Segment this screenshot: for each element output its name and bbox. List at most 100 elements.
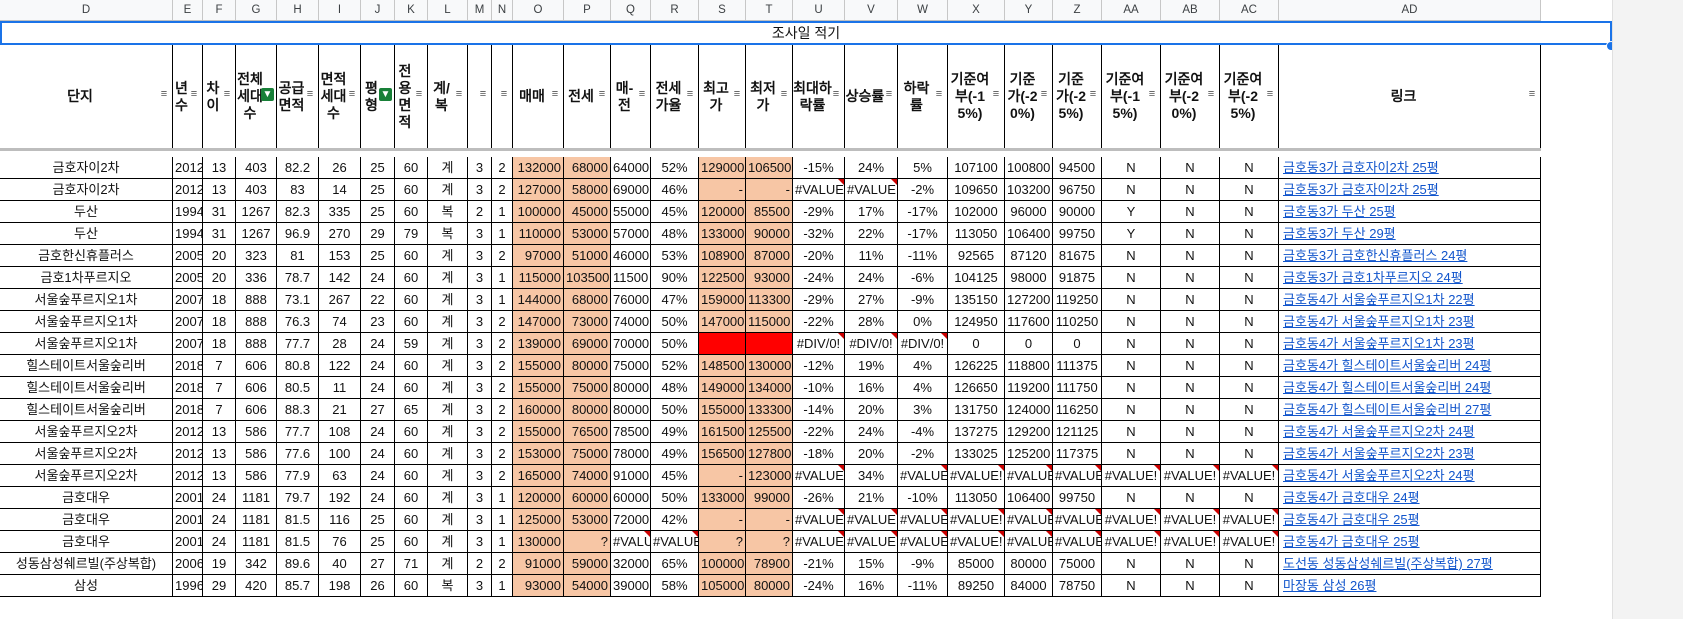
table-cell[interactable]: 130000	[746, 355, 793, 376]
table-cell[interactable]: 124950	[948, 311, 1005, 332]
table-cell[interactable]: N	[1102, 355, 1161, 376]
table-cell[interactable]: 60	[395, 267, 428, 288]
table-cell[interactable]: 59	[395, 333, 428, 354]
table-cell[interactable]: 3	[468, 421, 492, 442]
table-cell[interactable]: N	[1220, 399, 1279, 420]
table-cell[interactable]: 49%	[651, 421, 699, 442]
column-letter-g[interactable]: G	[236, 0, 277, 20]
table-cell[interactable]: 131750	[948, 399, 1005, 420]
table-cell[interactable]: 2	[492, 245, 513, 266]
table-cell[interactable]: 2001	[173, 509, 203, 530]
table-cell[interactable]: -	[699, 179, 746, 200]
table-cell[interactable]: #VALUE!	[1053, 509, 1102, 530]
column-letter-v[interactable]: V	[845, 0, 898, 20]
table-cell[interactable]: #DIV/0!	[845, 333, 898, 354]
table-cell[interactable]: 52%	[651, 157, 699, 178]
table-cell[interactable]: 금호대우	[0, 509, 173, 530]
table-cell[interactable]: 129200	[1005, 421, 1053, 442]
table-cell[interactable]: 91000	[611, 465, 651, 486]
table-cell[interactable]: -17%	[898, 223, 948, 244]
table-cell[interactable]: -21%	[793, 553, 845, 574]
link-cell[interactable]: 금호동4가 서울숲푸르지오2차 24평	[1279, 421, 1541, 442]
column-letter-q[interactable]: Q	[611, 0, 651, 20]
table-cell[interactable]: 60	[395, 465, 428, 486]
table-cell[interactable]: 75000	[611, 355, 651, 376]
table-cell[interactable]: 606	[236, 399, 277, 420]
table-cell[interactable]: 2	[492, 421, 513, 442]
table-cell[interactable]: 134000	[746, 377, 793, 398]
table-cell[interactable]: 75000	[564, 377, 611, 398]
table-cell[interactable]: 2	[492, 377, 513, 398]
link-cell[interactable]: 금호동4가 힐스테이트서울숲리버 24평	[1279, 355, 1541, 376]
table-cell[interactable]: 68000	[564, 289, 611, 310]
table-cell[interactable]: 1	[492, 531, 513, 552]
table-cell[interactable]: 78900	[746, 553, 793, 574]
table-cell[interactable]: N	[1161, 201, 1220, 222]
table-cell[interactable]: 116	[319, 509, 361, 530]
table-cell[interactable]: -	[699, 465, 746, 486]
table-cell[interactable]: 13	[203, 443, 236, 464]
column-letter-e[interactable]: E	[173, 0, 203, 20]
table-cell[interactable]: 586	[236, 421, 277, 442]
table-cell[interactable]: 48%	[651, 223, 699, 244]
table-cell[interactable]: 3	[468, 267, 492, 288]
table-cell[interactable]: N	[1102, 333, 1161, 354]
table-cell[interactable]: 127800	[746, 443, 793, 464]
table-cell[interactable]: 24	[361, 465, 395, 486]
table-cell[interactable]: 60	[395, 355, 428, 376]
table-cell[interactable]: N	[1220, 333, 1279, 354]
table-cell[interactable]: -9%	[898, 553, 948, 574]
table-cell[interactable]: 2007	[173, 333, 203, 354]
column-letter-m[interactable]: M	[468, 0, 492, 20]
table-cell[interactable]: -10%	[793, 377, 845, 398]
table-cell[interactable]: 2018	[173, 377, 203, 398]
table-cell[interactable]: 2012	[173, 465, 203, 486]
table-cell[interactable]: 13	[203, 157, 236, 178]
selected-merged-cell[interactable]: 조사일 적기	[0, 21, 1612, 45]
table-cell[interactable]: #VALUE!	[1053, 465, 1102, 486]
table-cell[interactable]: #DIV/0!	[898, 333, 948, 354]
table-cell[interactable]: 74	[319, 311, 361, 332]
table-cell[interactable]: -22%	[793, 421, 845, 442]
table-cell[interactable]: #VALUE!	[793, 509, 845, 530]
table-cell[interactable]: -24%	[793, 575, 845, 596]
table-cell[interactable]: 26	[361, 575, 395, 596]
table-cell[interactable]: 계	[428, 311, 468, 332]
table-cell[interactable]: N	[1102, 443, 1161, 464]
link-cell[interactable]: 금호동4가 금호대우 24평	[1279, 487, 1541, 508]
table-cell[interactable]: 139000	[513, 333, 564, 354]
link-cell[interactable]: 금호동3가 금호1차푸르지오 24평	[1279, 267, 1541, 288]
table-cell[interactable]: N	[1161, 487, 1220, 508]
table-cell[interactable]: 48%	[651, 377, 699, 398]
column-letter-d[interactable]: D	[0, 0, 173, 20]
table-cell[interactable]: 888	[236, 333, 277, 354]
table-cell[interactable]: 91000	[513, 553, 564, 574]
table-cell[interactable]: 힐스테이트서울숲리버	[0, 377, 173, 398]
table-cell[interactable]: -14%	[793, 399, 845, 420]
table-cell[interactable]: 159000	[699, 289, 746, 310]
table-cell[interactable]: 29	[361, 223, 395, 244]
table-cell[interactable]: 4%	[898, 355, 948, 376]
table-cell[interactable]: 55000	[611, 201, 651, 222]
table-cell[interactable]: 126225	[948, 355, 1005, 376]
table-cell[interactable]: 60000	[611, 487, 651, 508]
table-cell[interactable]: 108	[319, 421, 361, 442]
table-cell[interactable]: 74000	[564, 465, 611, 486]
table-cell[interactable]: 75000	[564, 443, 611, 464]
table-cell[interactable]: 1	[492, 509, 513, 530]
table-cell[interactable]: 2	[492, 311, 513, 332]
table-cell[interactable]: N	[1220, 201, 1279, 222]
table-cell[interactable]: #VALUE!	[1220, 509, 1279, 530]
table-cell[interactable]: 3	[468, 223, 492, 244]
table-cell[interactable]: 0	[1053, 333, 1102, 354]
column-letter-s[interactable]: S	[699, 0, 746, 20]
table-cell[interactable]: N	[1220, 179, 1279, 200]
table-cell[interactable]: 110000	[513, 223, 564, 244]
table-cell[interactable]: N	[1102, 399, 1161, 420]
table-cell[interactable]: 70000	[611, 333, 651, 354]
table-cell[interactable]: N	[1161, 421, 1220, 442]
table-cell[interactable]: 267	[319, 289, 361, 310]
table-cell[interactable]: 81	[277, 245, 319, 266]
link-cell[interactable]: 금호동3가 금호자이2차 25평	[1279, 157, 1541, 178]
link-cell[interactable]: 금호동4가 서울숲푸르지오1차 23평	[1279, 311, 1541, 332]
